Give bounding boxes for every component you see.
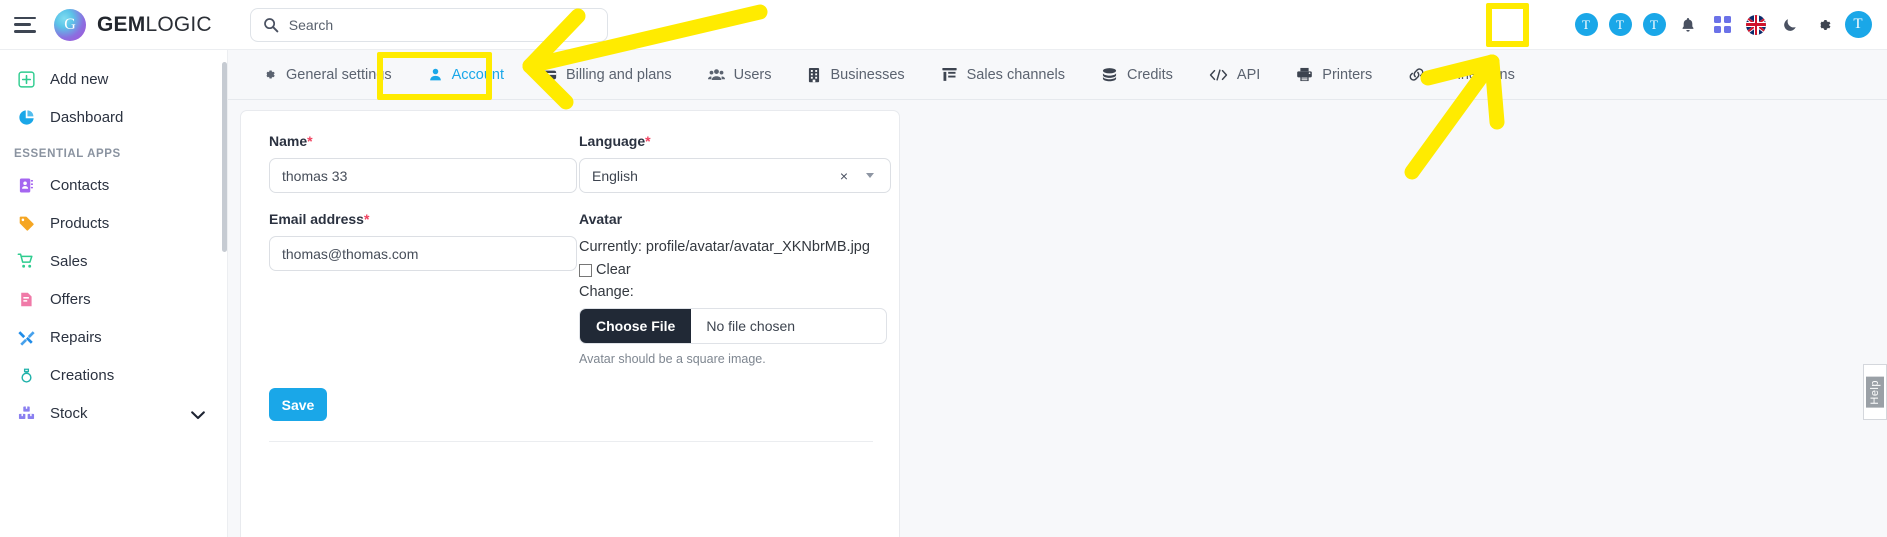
- annotation-arrows: [522, 4, 1505, 180]
- arrow-to-gear-icon: [1404, 54, 1505, 180]
- app-root: G GEMLOGIC Search T T T T Add new Dashbo…: [0, 0, 1887, 537]
- arrow-to-account-tab: [522, 4, 768, 110]
